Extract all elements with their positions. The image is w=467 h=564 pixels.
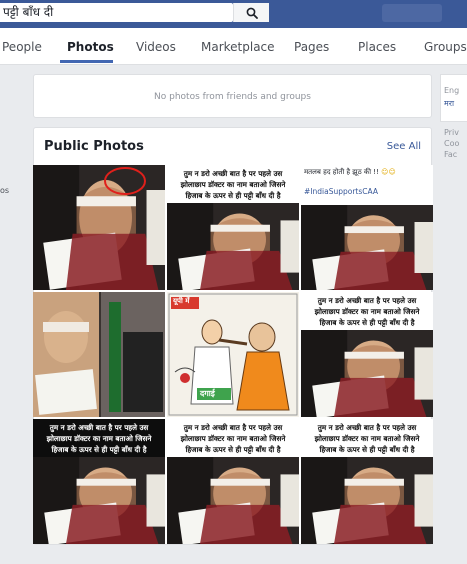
photo-thumbnail[interactable]: यूपी में दगाई xyxy=(167,292,299,417)
active-tab-indicator xyxy=(60,60,113,63)
friends-photos-card: No photos from friends and groups xyxy=(33,74,432,118)
caption-line: तुम न डरो अच्छी बात है पर पहले उस xyxy=(183,423,283,432)
caption-line: तुम न डरो अच्छी बात है पर पहले उस xyxy=(183,169,283,178)
photo-image xyxy=(33,165,165,290)
caption-line: हिजाब के ऊपर से ही पट्टी बाँध दी है xyxy=(319,445,415,454)
photo-thumbnail[interactable]: तुम न डरो अच्छी बात है पर पहले उस झोलाछाप… xyxy=(301,419,433,544)
caption-line: झोलाछाप डॉक्टर का नाम बताओ जिसने xyxy=(180,180,286,189)
empty-message: No photos from friends and groups xyxy=(154,92,311,102)
photo-caption: मतलब हद होती है झूठ की !! ☺☺ xyxy=(304,168,396,177)
tab-people[interactable]: People xyxy=(2,28,42,64)
cookies-link[interactable]: Coo xyxy=(444,139,459,148)
privacy-link[interactable]: Priv xyxy=(444,128,459,137)
photo-image xyxy=(33,292,165,417)
tab-groups[interactable]: Groups xyxy=(424,28,467,64)
caption-line: झोलाछाप डॉक्टर का नाम बताओ जिसने xyxy=(314,434,420,443)
photo-thumbnail[interactable]: तुम न डरो अच्छी बात है पर पहले उस झोलाछाप… xyxy=(167,419,299,544)
language-marathi[interactable]: मरा xyxy=(444,98,454,109)
photo-thumbnail[interactable]: मतलब हद होती है झूठ की !! ☺☺ #IndiaSuppor… xyxy=(301,165,433,290)
tab-marketplace[interactable]: Marketplace xyxy=(201,28,275,64)
laughing-emoji-icon: ☺☺ xyxy=(378,168,396,176)
see-all-link[interactable]: See All xyxy=(387,141,421,152)
language-english[interactable]: Eng xyxy=(444,86,459,95)
caption-line: झोलाछाप डॉक्टर का नाम बताओ जिसने xyxy=(180,434,286,443)
photo-thumbnail[interactable] xyxy=(33,165,165,290)
photo-caption: तुम न डरो अच्छी बात है पर पहले उस झोलाछाप… xyxy=(301,422,433,455)
photo-caption: तुम न डरो अच्छी बात है पर पहले उस झोलाछाप… xyxy=(33,422,165,455)
caption-line: तुम न डरो अच्छी बात है पर पहले उस xyxy=(317,296,417,305)
photo-image xyxy=(301,165,433,290)
photo-thumbnail[interactable]: तुम न डरो अच्छी बात है पर पहले उस झोलाछाप… xyxy=(167,165,299,290)
photo-thumbnail[interactable] xyxy=(33,292,165,417)
cartoon-tag: यूपी में xyxy=(173,297,190,305)
tab-pages[interactable]: Pages xyxy=(294,28,329,64)
search-button[interactable] xyxy=(233,3,269,22)
photo-thumbnail[interactable]: तुम न डरो अच्छी बात है पर पहले उस झोलाछाप… xyxy=(301,292,433,417)
photo-image xyxy=(167,292,299,417)
search-input[interactable]: पट्टी बाँध दी xyxy=(0,3,233,22)
caption-line: हिजाब के ऊपर से ही पट्टी बाँध दी है xyxy=(51,445,147,454)
caption-line: हिजाब के ऊपर से ही पट्टी बाँध दी है xyxy=(319,318,415,327)
caption-line: झोलाछाप डॉक्टर का नाम बताओ जिसने xyxy=(314,307,420,316)
photo-thumbnail[interactable]: तुम न डरो अच्छी बात है पर पहले उस झोलाछाप… xyxy=(33,419,165,544)
caption-line: हिजाब के ऊपर से ही पट्टी बाँध दी है xyxy=(185,191,281,200)
facebook-copyright: Fac xyxy=(444,150,458,159)
profile-name[interactable] xyxy=(382,4,442,22)
caption-line: तुम न डरो अच्छी बात है पर पहले उस xyxy=(49,423,149,432)
photo-caption: तुम न डरो अच्छी बात है पर पहले उस झोलाछाप… xyxy=(301,295,433,328)
tab-photos[interactable]: Photos xyxy=(67,28,114,64)
photo-caption: तुम न डरो अच्छी बात है पर पहले उस झोलाछाप… xyxy=(167,422,299,455)
cartoon-label: दगाई xyxy=(200,389,215,398)
hashtag-link[interactable]: #IndiaSupportsCAA xyxy=(304,187,378,196)
caption-line: हिजाब के ऊपर से ही पट्टी बाँध दी है xyxy=(185,445,281,454)
caption-line: झोलाछाप डॉक्टर का नाम बताओ जिसने xyxy=(46,434,152,443)
tab-videos[interactable]: Videos xyxy=(136,28,176,64)
caption-line: तुम न डरो अच्छी बात है पर पहले उस xyxy=(317,423,417,432)
tab-places[interactable]: Places xyxy=(358,28,396,64)
caption-line: मतलब हद होती है झूठ की !! xyxy=(304,168,379,176)
right-column: Eng मरा Priv Coo Fac xyxy=(440,74,467,504)
left-column-fragment: os xyxy=(0,186,10,195)
section-title: Public Photos xyxy=(44,139,144,154)
top-bar: पट्टी बाँध दी xyxy=(0,0,467,28)
search-icon xyxy=(246,7,258,19)
photo-caption: तुम न डरो अच्छी बात है पर पहले उस झोलाछाप… xyxy=(167,168,299,201)
